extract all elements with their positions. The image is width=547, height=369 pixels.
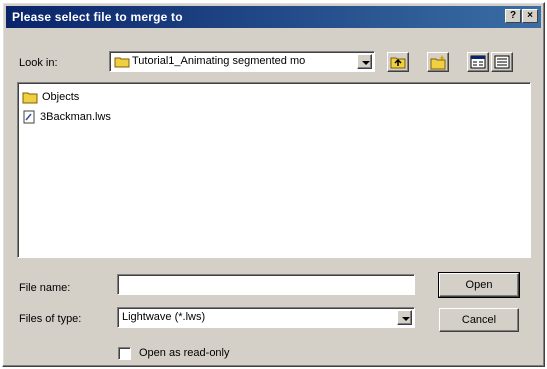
title-bar: Please select file to merge to ? × <box>6 6 541 28</box>
filetype-value: Lightwave (*.lws) <box>122 311 206 323</box>
list-view-icon <box>470 55 486 69</box>
readonly-label: Open as read-only <box>139 347 230 359</box>
new-folder-icon <box>430 55 446 70</box>
list-item[interactable]: Objects <box>22 89 79 105</box>
file-list[interactable]: Objects 3Backman.lws <box>17 82 531 258</box>
up-folder-icon <box>390 57 406 69</box>
folder-icon <box>114 57 130 68</box>
close-button[interactable]: × <box>522 9 538 23</box>
lookin-label: Look in: <box>19 57 58 69</box>
details-view-icon <box>494 55 510 69</box>
dialog-title: Please select file to merge to <box>12 10 183 24</box>
new-folder-button[interactable] <box>427 52 449 72</box>
open-button[interactable]: Open <box>438 272 520 298</box>
list-view-button[interactable] <box>467 52 489 72</box>
filetype-label: Files of type: <box>19 313 82 325</box>
list-item[interactable]: 3Backman.lws <box>22 109 111 125</box>
file-dialog: Please select file to merge to ? × Look … <box>2 2 545 367</box>
cancel-button[interactable]: Cancel <box>439 308 519 332</box>
help-button[interactable]: ? <box>505 9 521 23</box>
readonly-checkbox[interactable] <box>118 347 131 360</box>
up-folder-button[interactable] <box>387 52 409 72</box>
lookin-combo[interactable]: Tutorial1_Animating segmented mo <box>109 51 375 72</box>
filename-label: File name: <box>19 282 71 294</box>
file-name: 3Backman.lws <box>40 111 111 123</box>
file-icon <box>23 110 35 124</box>
filename-input[interactable] <box>117 274 415 295</box>
file-name: Objects <box>42 91 80 103</box>
filetype-dropdown-button[interactable] <box>397 310 412 325</box>
folder-icon <box>22 92 38 103</box>
details-view-button[interactable] <box>491 52 513 72</box>
filetype-combo[interactable]: Lightwave (*.lws) <box>117 307 415 328</box>
lookin-dropdown-button[interactable] <box>357 54 372 69</box>
lookin-value: Tutorial1_Animating segmented mo <box>132 55 306 67</box>
chevron-down-icon <box>402 317 410 321</box>
chevron-down-icon <box>362 61 370 65</box>
